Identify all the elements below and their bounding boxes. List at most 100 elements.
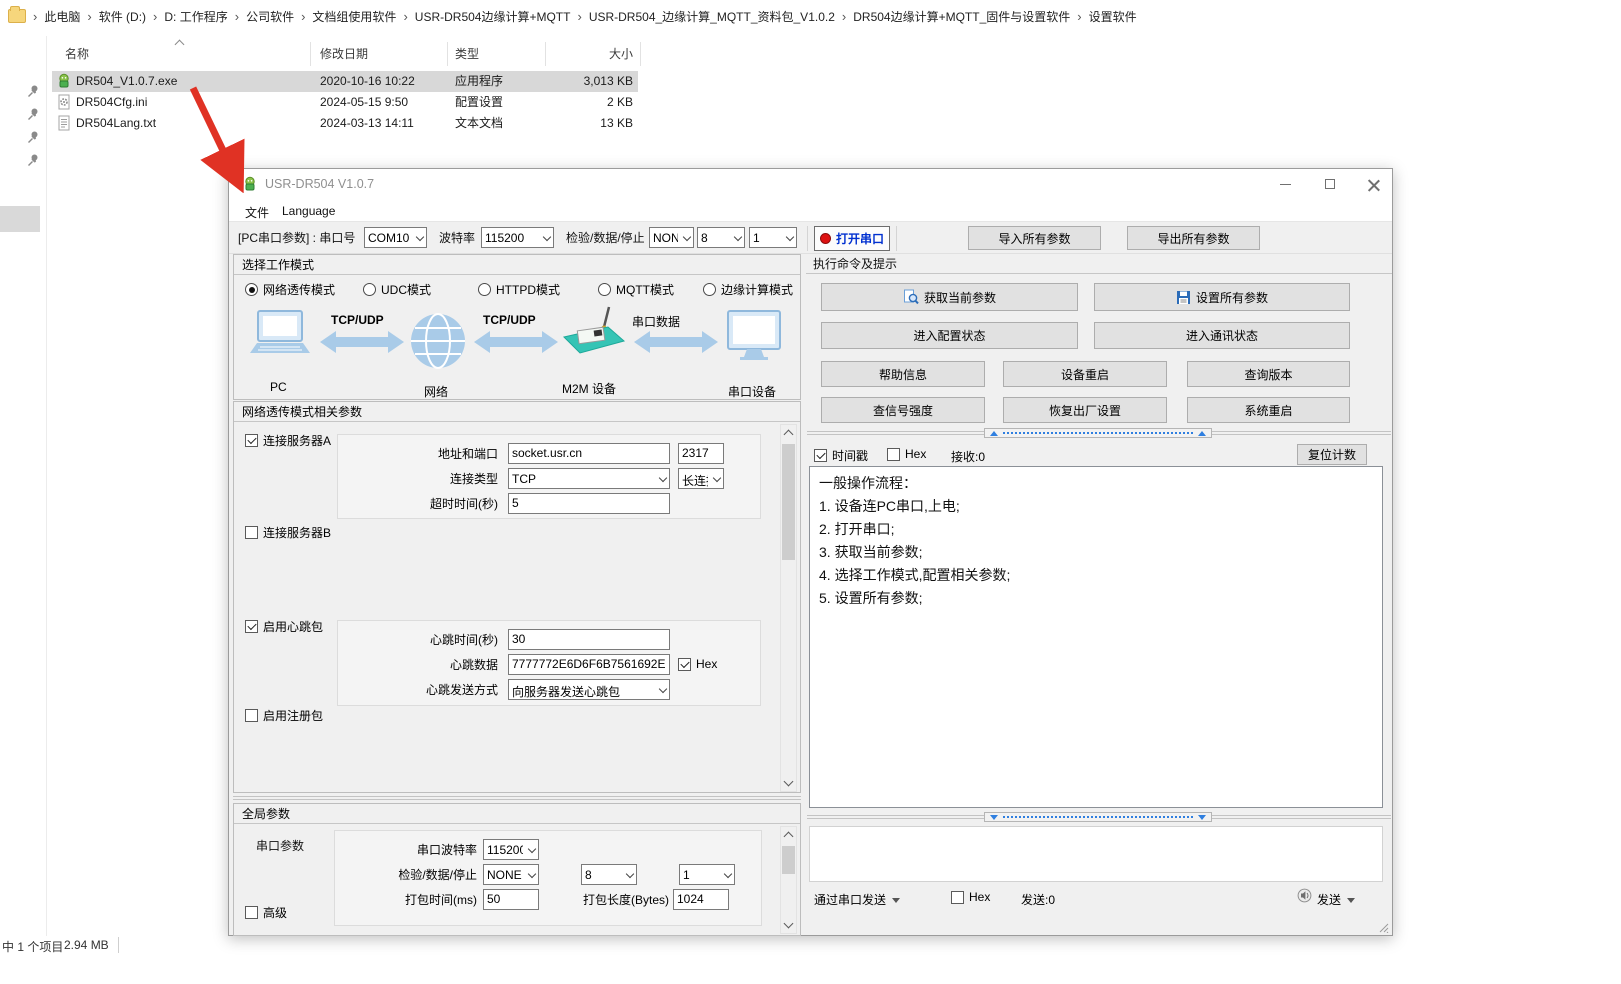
breadcrumb-item[interactable]: USR-DR504边缘计算+MQTT <box>409 8 577 25</box>
g-databits-select[interactable]: 8 <box>581 864 637 885</box>
minimize-button[interactable] <box>1269 169 1303 199</box>
pin-icon[interactable] <box>26 153 40 167</box>
table-row[interactable]: DR504Lang.txt 2024-03-13 14:11 文本文档 13 K… <box>52 113 638 134</box>
radio-httpd[interactable]: HTTPD模式 <box>478 281 560 298</box>
send-hex-checkbox[interactable]: Hex <box>951 890 990 904</box>
get-params-button[interactable]: 获取当前参数 <box>821 283 1078 311</box>
close-button[interactable] <box>1357 169 1391 199</box>
heartbeat-checkbox[interactable]: 启用心跳包 <box>245 618 323 635</box>
hb-hex-checkbox[interactable]: Hex <box>678 657 717 671</box>
conn-type-select[interactable]: TCP <box>508 468 670 489</box>
log-splitter-handle[interactable] <box>984 428 1212 438</box>
breadcrumb-item[interactable]: 设置软件 <box>1083 8 1143 25</box>
register-checkbox[interactable]: 启用注册包 <box>245 707 323 724</box>
help-button[interactable]: 帮助信息 <box>821 361 985 387</box>
factory-reset-button[interactable]: 恢复出厂设置 <box>1003 397 1167 423</box>
column-header-size[interactable]: 大小 <box>560 44 633 64</box>
global-scrollbar[interactable] <box>780 826 797 934</box>
radio-net-transparent[interactable]: 网络透传模式 <box>245 281 335 298</box>
nav-pane-scroll-thumb[interactable] <box>0 206 40 232</box>
table-row[interactable]: DR504Cfg.ini 2024-05-15 9:50 配置设置 2 KB <box>52 92 638 113</box>
enter-comm-button[interactable]: 进入通讯状态 <box>1094 322 1350 349</box>
server-b-checkbox[interactable]: 连接服务器B <box>245 524 331 541</box>
scroll-up-icon[interactable] <box>781 425 796 441</box>
breadcrumb-item[interactable]: DR504边缘计算+MQTT_固件与设置软件 <box>847 8 1076 25</box>
toolbar-divider <box>896 226 897 251</box>
column-header-date[interactable]: 修改日期 <box>320 44 435 64</box>
g-baud-select[interactable]: 115200 <box>483 839 539 860</box>
import-params-button[interactable]: 导入所有参数 <box>968 226 1101 250</box>
column-header-name[interactable]: 名称 <box>65 44 295 64</box>
parity-select[interactable]: NONE <box>649 227 694 248</box>
baud-select[interactable]: 115200 <box>481 227 554 248</box>
breadcrumb-item[interactable]: 软件 (D:) <box>93 8 152 25</box>
status-bar: 中 1 个项目 2.94 MB <box>0 936 230 956</box>
resize-grip[interactable] <box>1377 921 1389 933</box>
breadcrumb: 此电脑 软件 (D:) D: 工作程序 公司软件 文档组使用软件 USR-DR5… <box>0 0 1621 32</box>
log-output[interactable]: 一般操作流程： 1. 设备连PC串口,上电; 2. 打开串口; 3. 获取当前参… <box>809 466 1383 808</box>
breadcrumb-item[interactable]: USR-DR504_边缘计算_MQTT_资料包_V1.0.2 <box>583 8 841 25</box>
panel-splitter[interactable] <box>233 796 801 800</box>
timeout-input[interactable] <box>508 493 670 514</box>
send-button[interactable]: 发送 <box>1317 891 1355 908</box>
column-divider[interactable] <box>310 42 311 66</box>
g-stopbits-select[interactable]: 1 <box>679 864 735 885</box>
title-bar[interactable]: USR-DR504 V1.0.7 <box>229 169 1392 199</box>
signal-strength-button[interactable]: 查信号强度 <box>821 397 985 423</box>
reset-counter-button[interactable]: 复位计数 <box>1297 444 1367 465</box>
scroll-thumb[interactable] <box>782 444 795 560</box>
recv-hex-checkbox[interactable]: Hex <box>887 447 926 461</box>
enter-config-button[interactable]: 进入配置状态 <box>821 322 1078 349</box>
column-divider[interactable] <box>447 42 448 66</box>
radio-udc[interactable]: UDC模式 <box>363 281 431 298</box>
hb-mode-select[interactable]: 向服务器发送心跳包 <box>508 679 670 700</box>
menu-file[interactable]: 文件 <box>241 202 273 223</box>
server-a-checkbox[interactable]: 连接服务器A <box>245 432 331 449</box>
red-annotation-arrow <box>180 83 260 193</box>
params-scrollbar[interactable] <box>780 424 797 792</box>
conn-mode-select[interactable]: 长连接 <box>678 468 724 489</box>
pin-icon[interactable] <box>26 130 40 144</box>
export-params-button[interactable]: 导出所有参数 <box>1127 226 1260 250</box>
open-port-button[interactable]: 打开串口 <box>814 226 890 251</box>
advanced-checkbox[interactable]: 高级 <box>245 904 287 921</box>
maximize-button[interactable] <box>1314 169 1348 199</box>
radio-mqtt[interactable]: MQTT模式 <box>598 281 674 298</box>
radio-edge-computing[interactable]: 边缘计算模式 <box>703 281 793 298</box>
server-a-address-input[interactable] <box>508 443 670 464</box>
breadcrumb-item[interactable]: D: 工作程序 <box>158 8 233 25</box>
scroll-down-icon[interactable] <box>781 917 796 933</box>
databits-select[interactable]: 8 <box>697 227 745 248</box>
set-params-button[interactable]: 设置所有参数 <box>1094 283 1350 311</box>
hb-time-input[interactable] <box>508 629 670 650</box>
table-row[interactable]: DR504_V1.0.7.exe 2020-10-16 10:22 应用程序 3… <box>52 71 638 92</box>
checkbox-icon <box>678 658 691 671</box>
breadcrumb-item[interactable]: 此电脑 <box>38 8 86 25</box>
window-title: USR-DR504 V1.0.7 <box>265 177 374 191</box>
hb-data-input[interactable] <box>508 654 670 675</box>
com-port-select[interactable]: COM10 <box>364 227 427 248</box>
scroll-down-icon[interactable] <box>781 775 796 791</box>
breadcrumb-item[interactable]: 公司软件 <box>240 8 300 25</box>
column-header-type[interactable]: 类型 <box>455 44 535 64</box>
send-via-dropdown[interactable]: 通过串口发送 <box>814 891 900 908</box>
menu-language[interactable]: Language <box>278 202 339 220</box>
scroll-thumb[interactable] <box>782 846 795 874</box>
pin-icon[interactable] <box>26 84 40 98</box>
pin-icon[interactable] <box>26 107 40 121</box>
send-splitter-handle[interactable] <box>984 812 1212 822</box>
column-divider[interactable] <box>640 42 641 66</box>
breadcrumb-item[interactable]: 文档组使用软件 <box>306 8 402 25</box>
system-reboot-button[interactable]: 系统重启 <box>1187 397 1350 423</box>
pack-time-input[interactable] <box>483 889 539 910</box>
pack-len-input[interactable] <box>673 889 729 910</box>
column-divider[interactable] <box>545 42 546 66</box>
timestamp-checkbox[interactable]: 时间戳 <box>814 447 868 464</box>
server-a-port-input[interactable] <box>678 443 724 464</box>
stopbits-select[interactable]: 1 <box>749 227 797 248</box>
g-parity-select[interactable]: NONE <box>483 864 539 885</box>
send-input-area[interactable] <box>809 826 1383 882</box>
query-version-button[interactable]: 查询版本 <box>1187 361 1350 387</box>
scroll-up-icon[interactable] <box>781 827 796 843</box>
reboot-device-button[interactable]: 设备重启 <box>1003 361 1167 387</box>
